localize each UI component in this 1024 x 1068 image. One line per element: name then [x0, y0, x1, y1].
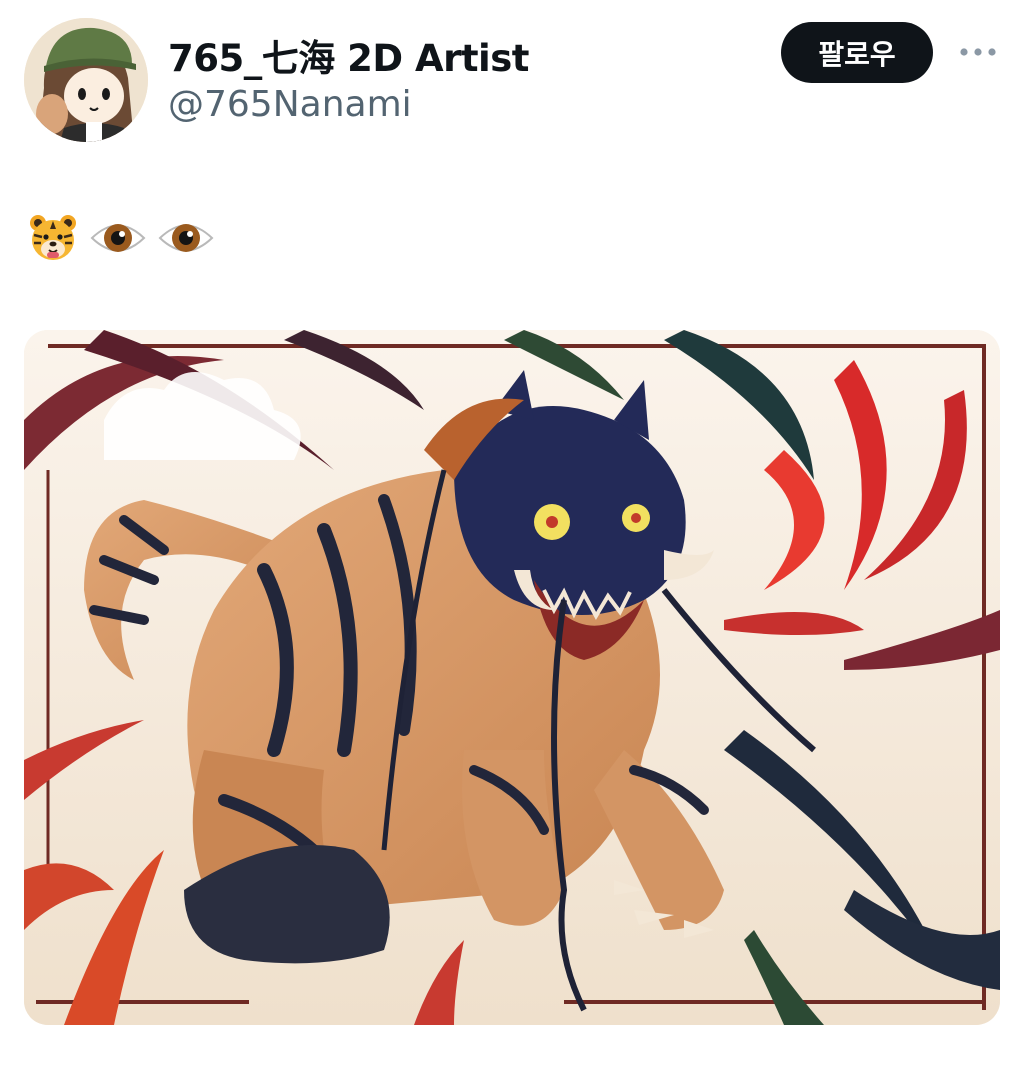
tweet-text	[28, 208, 214, 268]
tiger-face-emoji	[30, 215, 76, 260]
tiger-illustration-image	[24, 330, 1000, 1025]
eye-emoji	[90, 224, 146, 252]
more-options-button[interactable]	[952, 34, 1004, 70]
author-avatar[interactable]	[24, 18, 148, 142]
avatar-image	[24, 18, 148, 142]
tweet-media[interactable]	[24, 330, 1000, 1025]
author-display-name[interactable]: 765_七海 2D Artist	[168, 28, 529, 82]
tweet: 765_七海 2D Artist @765Nanami 팔로우	[0, 0, 1024, 1068]
more-options-icon	[960, 48, 996, 56]
eye-emoji	[158, 224, 214, 252]
follow-button[interactable]: 팔로우	[781, 22, 933, 83]
author-handle[interactable]: @765Nanami	[168, 84, 412, 125]
